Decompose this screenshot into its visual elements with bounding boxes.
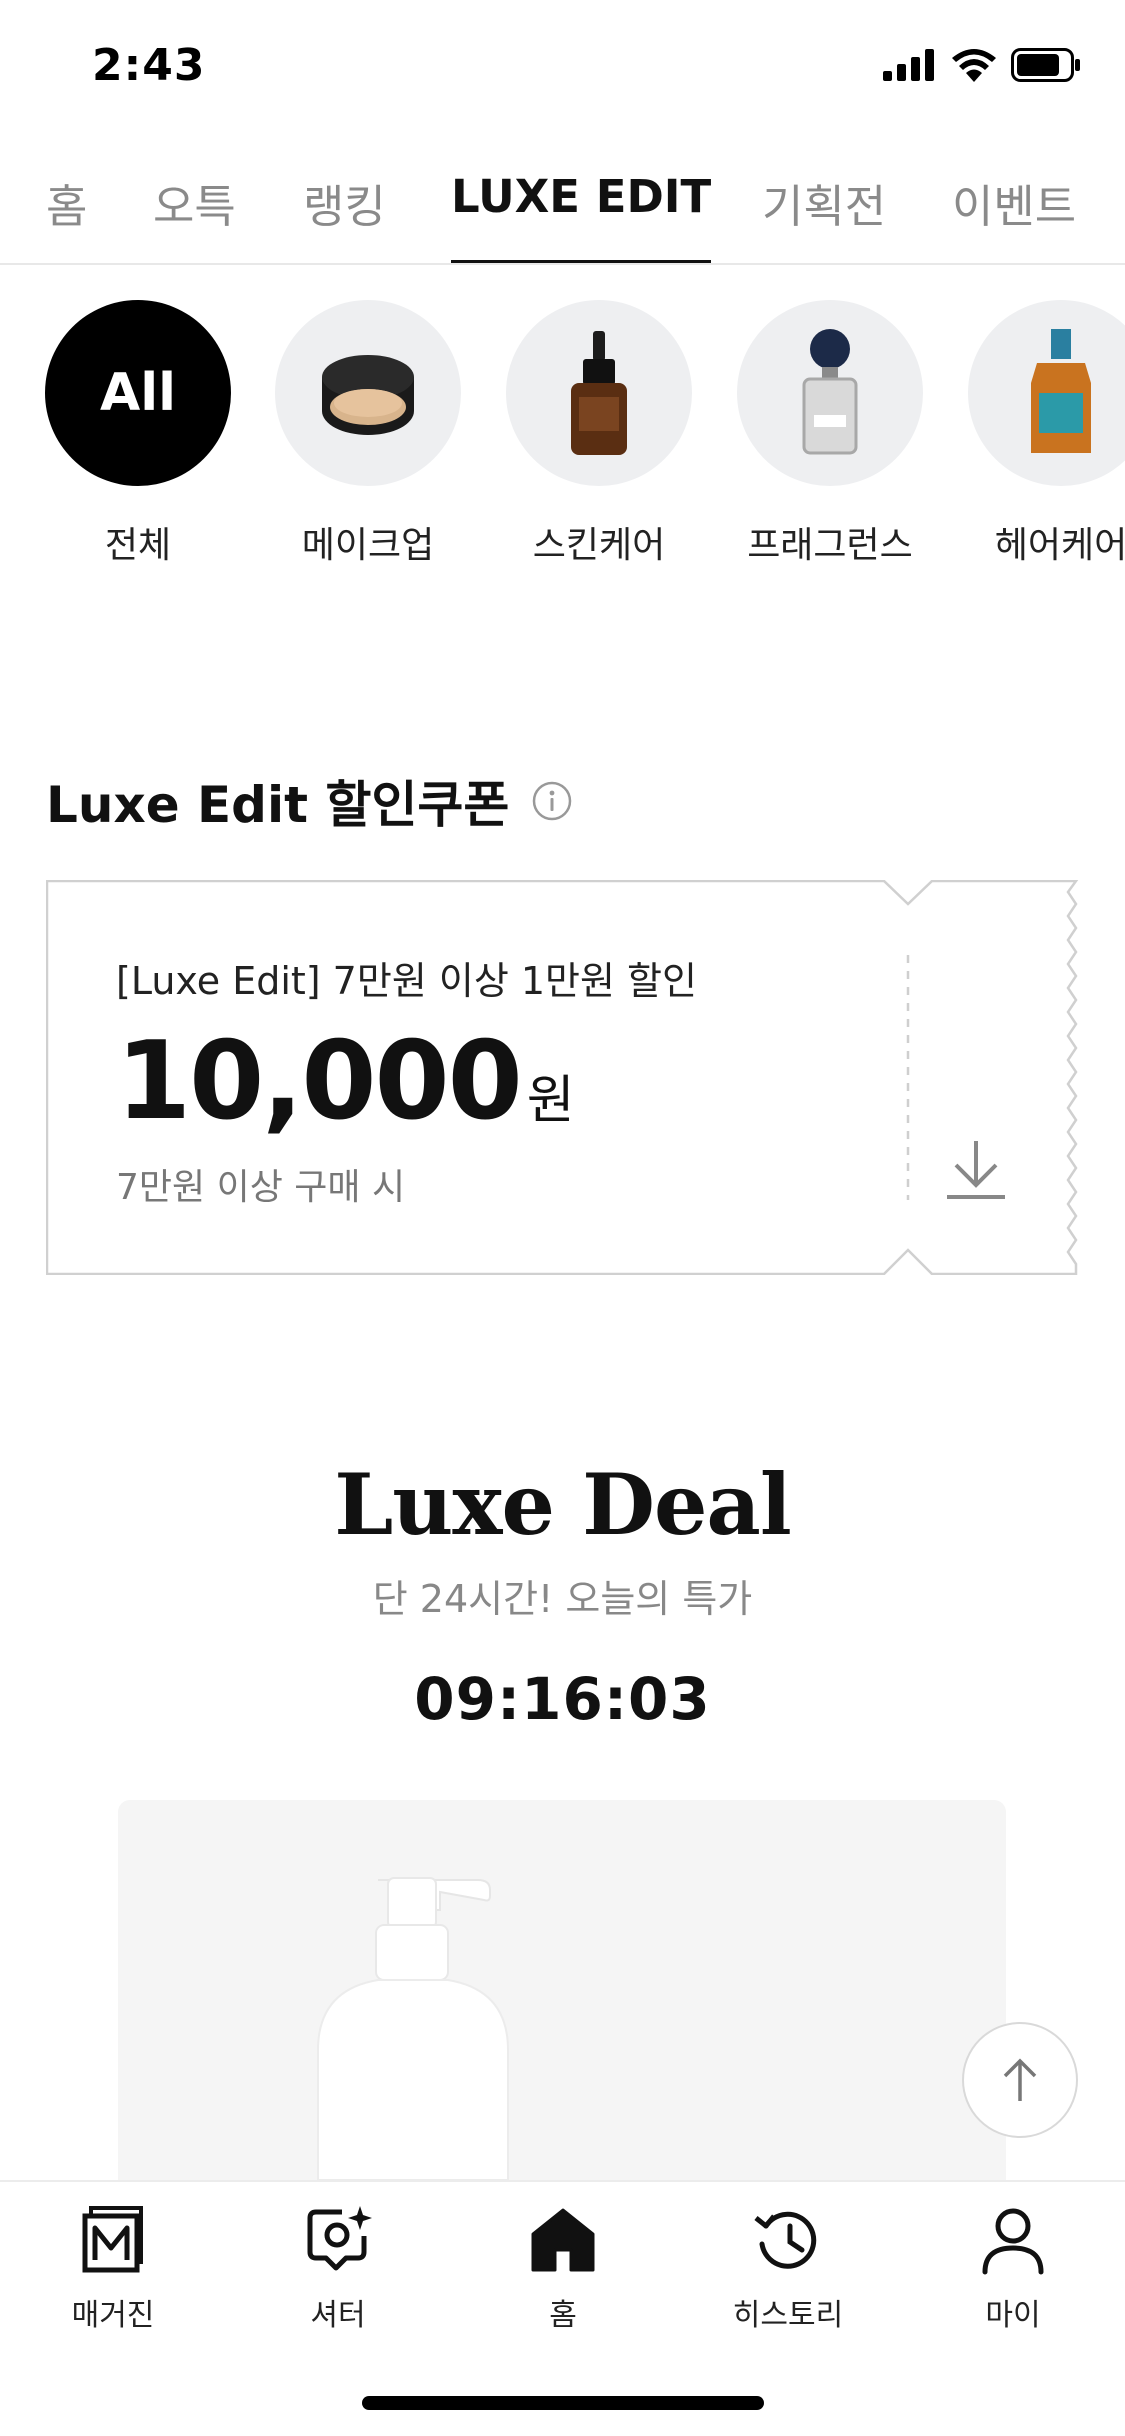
- home-indicator: [362, 2396, 764, 2410]
- info-icon[interactable]: [531, 780, 573, 822]
- hair-oil-bottle-icon: [968, 300, 1125, 486]
- coupon-card[interactable]: [Luxe Edit] 7만원 이상 1만원 할인 10,000 원 7만원 이…: [46, 880, 1079, 1275]
- coupon-amount-unit: 원: [526, 1071, 575, 1131]
- wifi-icon: [952, 49, 996, 82]
- tab-event[interactable]: 이벤트: [952, 170, 1076, 263]
- coupon-amount-value: 10,000: [116, 1019, 523, 1144]
- deal-product-image[interactable]: [118, 1800, 1006, 2180]
- tab-ranking[interactable]: 랭킹: [303, 170, 386, 263]
- tab-home[interactable]: 홈: [46, 170, 87, 263]
- coupon-text-block: [Luxe Edit] 7만원 이상 1만원 할인 10,000 원 7만원 이…: [116, 950, 697, 1210]
- top-tab-bar: 홈 오특 랭킹 LUXE EDIT 기획전 이벤트: [0, 150, 1125, 265]
- nav-label: 홈: [549, 2298, 577, 2333]
- nav-label: 히스토리: [732, 2298, 844, 2333]
- category-label: 헤어케어: [994, 525, 1125, 566]
- profile-icon: [982, 2208, 1044, 2275]
- history-icon: [754, 2211, 817, 2269]
- category-label: 메이크업: [301, 525, 435, 566]
- status-icons: [883, 48, 1081, 82]
- serum-bottle-icon: [506, 300, 692, 486]
- shutter-icon: [307, 2206, 372, 2271]
- category-label: 스킨케어: [532, 525, 666, 566]
- cellular-signal-icon: [883, 49, 934, 81]
- nav-my[interactable]: 마이: [933, 2204, 1093, 2334]
- nav-label: 매거진: [71, 2298, 155, 2333]
- category-makeup[interactable]: 메이크업: [273, 300, 463, 568]
- category-all-circle: All: [45, 300, 231, 486]
- category-skincare[interactable]: 스킨케어: [504, 300, 694, 568]
- download-icon[interactable]: [941, 1135, 1011, 1205]
- tab-luxe-edit[interactable]: LUXE EDIT: [451, 170, 712, 263]
- nav-label: 셔터: [310, 2298, 366, 2333]
- deal-title: Luxe Deal: [334, 1455, 792, 1554]
- tab-exhibition[interactable]: 기획전: [762, 170, 886, 263]
- home-icon: [531, 2208, 595, 2272]
- nav-magazine[interactable]: 매거진: [33, 2204, 193, 2334]
- coupon-amount: 10,000 원: [116, 1019, 697, 1144]
- scroll-to-top-button[interactable]: [962, 2022, 1078, 2138]
- nav-shutter[interactable]: 셔터: [258, 2204, 418, 2334]
- category-fragrance[interactable]: 프래그런스: [735, 300, 925, 568]
- nav-history[interactable]: 히스토리: [708, 2204, 868, 2334]
- deal-countdown-timer: 09:16:03: [414, 1665, 711, 1733]
- coupon-section-title: Luxe Edit 할인쿠폰: [46, 765, 573, 837]
- coupon-name: [Luxe Edit] 7만원 이상 1만원 할인: [116, 959, 697, 1003]
- arrow-up-icon: [1003, 2058, 1037, 2101]
- status-time: 2:43: [92, 40, 206, 91]
- nav-home[interactable]: 홈: [483, 2204, 643, 2334]
- deal-subtitle: 단 24시간! 오늘의 특가: [372, 1577, 753, 1621]
- battery-icon: [1011, 48, 1080, 82]
- status-bar: 2:43: [0, 0, 1125, 135]
- cushion-compact-icon: [275, 300, 461, 486]
- coupon-condition: 7만원 이상 구매 시: [116, 1167, 406, 1208]
- category-all[interactable]: All 전체: [43, 300, 233, 568]
- category-row: All 전체 메이크업 스킨케어 프래그런스 헤어케어: [0, 300, 1125, 570]
- nav-label: 마이: [985, 2298, 1041, 2333]
- magazine-icon: [82, 2206, 143, 2273]
- tab-otuk[interactable]: 오특: [153, 170, 236, 263]
- pump-bottle-image: [317, 1877, 509, 2180]
- category-label: 전체: [104, 525, 172, 566]
- category-haircare[interactable]: 헤어케어: [966, 300, 1125, 568]
- coupon-title-text: Luxe Edit 할인쿠폰: [46, 776, 510, 834]
- category-label: 프래그런스: [747, 525, 913, 566]
- perfume-bottle-icon: [737, 300, 923, 486]
